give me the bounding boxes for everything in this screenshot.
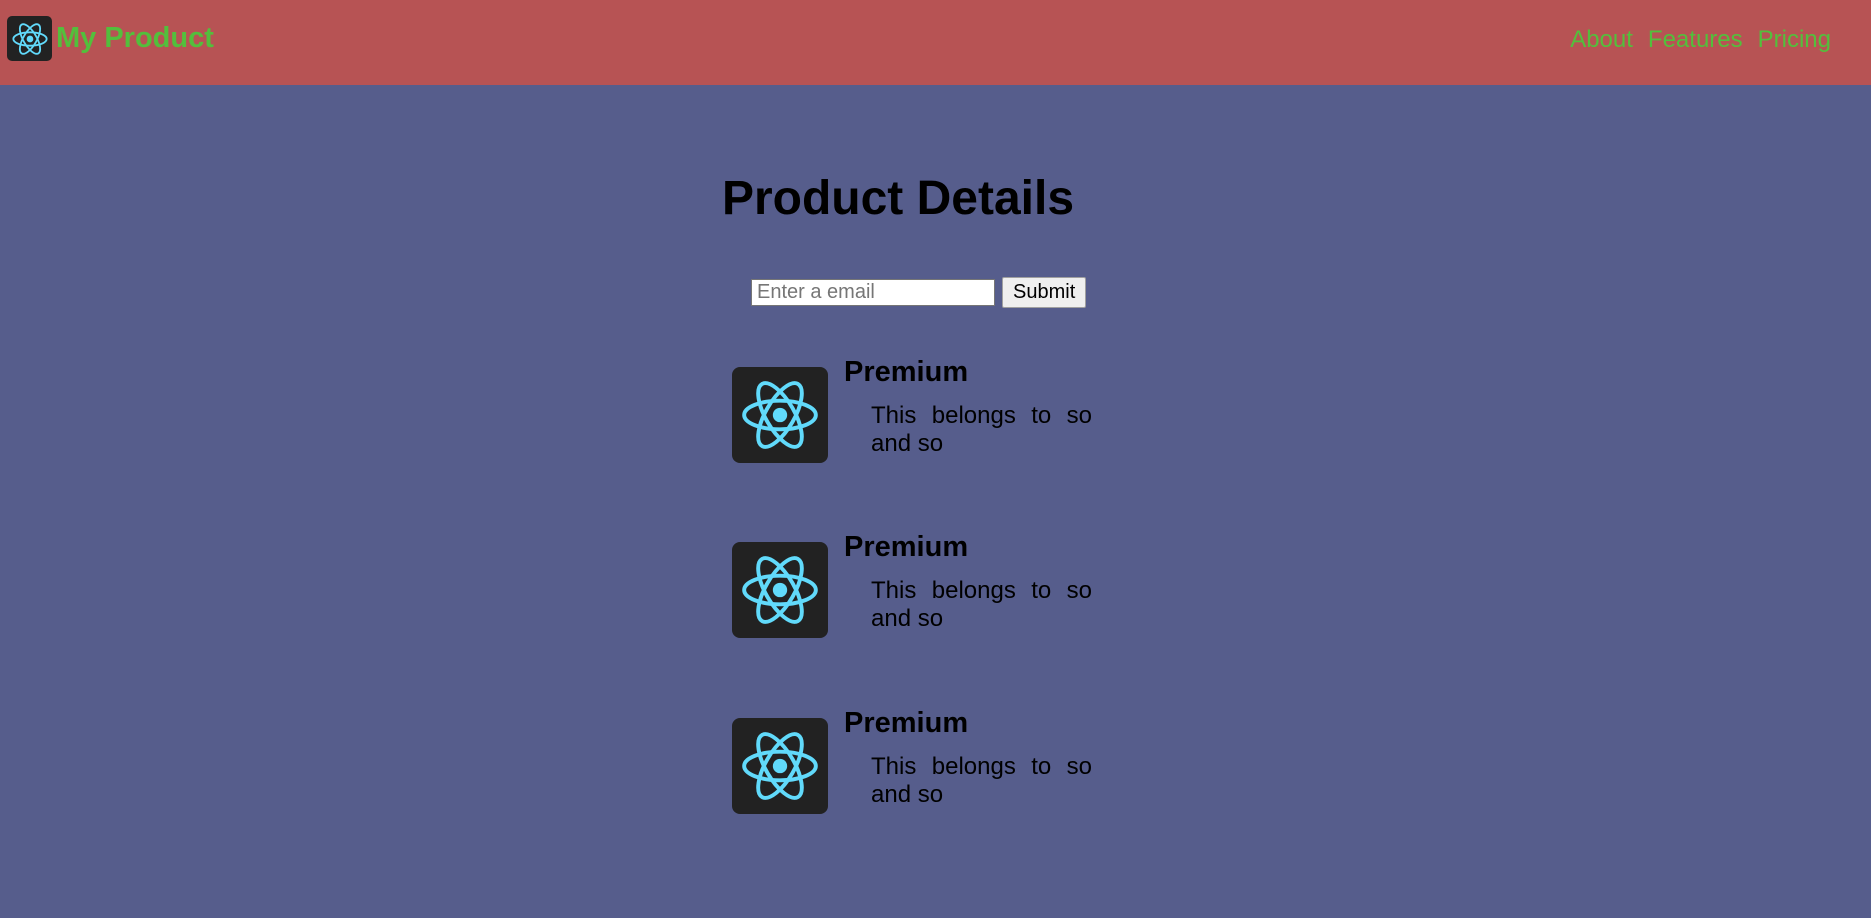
feature-card: Premium This belongs to so and so bbox=[732, 530, 1092, 638]
submit-button[interactable]: Submit bbox=[1002, 277, 1087, 308]
feature-card: Premium This belongs to so and so bbox=[732, 706, 1092, 814]
nav-link-features[interactable]: Features bbox=[1648, 26, 1743, 54]
feature-heading: Premium bbox=[844, 531, 969, 563]
react-atom-icon bbox=[732, 367, 828, 463]
feature-description: This belongs to so and so bbox=[871, 577, 1092, 632]
feature-heading: Premium bbox=[844, 707, 969, 739]
nav-link-pricing[interactable]: Pricing bbox=[1758, 26, 1831, 54]
feature-card: Premium This belongs to so and so bbox=[732, 355, 1092, 463]
feature-description: This belongs to so and so bbox=[871, 753, 1092, 808]
email-input[interactable] bbox=[751, 279, 995, 306]
scrollbar[interactable] bbox=[1871, 0, 1875, 918]
page-title: Product Details bbox=[721, 172, 1075, 225]
feature-heading: Premium bbox=[844, 356, 969, 388]
nav-link-about[interactable]: About bbox=[1570, 26, 1633, 54]
react-atom-icon bbox=[732, 542, 828, 638]
brand[interactable]: My Product bbox=[7, 16, 214, 61]
top-navbar: My Product About Features Pricing bbox=[0, 0, 1871, 85]
react-atom-icon bbox=[732, 718, 828, 814]
email-form: Submit bbox=[751, 277, 1087, 308]
feature-description: This belongs to so and so bbox=[871, 402, 1092, 457]
react-atom-icon bbox=[7, 16, 52, 61]
brand-name[interactable]: My Product bbox=[56, 22, 214, 55]
nav-links: About Features Pricing bbox=[1570, 26, 1831, 54]
